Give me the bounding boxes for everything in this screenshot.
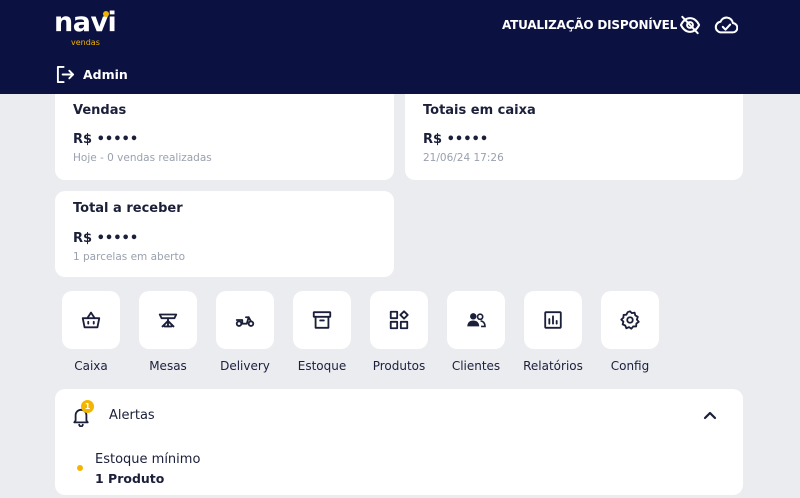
alerts-panel: 1 Alertas Estoque mínimo 1 Produto bbox=[55, 389, 743, 495]
receivables-card-subtitle: 1 parcelas em aberto bbox=[73, 251, 186, 263]
logo-sub-text: vendas bbox=[71, 38, 100, 47]
shortcut-relatorios[interactable]: Relatórios bbox=[514, 291, 592, 377]
receivables-card[interactable]: Total a receber R$ ••••• 1 parcelas em a… bbox=[55, 191, 394, 277]
sales-card-subtitle: Hoje - 0 vendas realizadas bbox=[73, 152, 212, 164]
shortcut-estoque[interactable]: Estoque bbox=[283, 291, 361, 377]
sales-card[interactable]: Vendas R$ ••••• Hoje - 0 vendas realizad… bbox=[55, 94, 394, 180]
alert-item-name[interactable]: Estoque mínimo bbox=[95, 452, 200, 467]
shortcut-config[interactable]: Config bbox=[591, 291, 669, 377]
sales-card-value: R$ ••••• bbox=[73, 132, 139, 147]
shortcut-delivery[interactable]: Delivery bbox=[206, 291, 284, 377]
shortcut-produtos[interactable]: Produtos bbox=[360, 291, 438, 377]
scooter-icon bbox=[235, 316, 255, 327]
update-available-link[interactable]: ATUALIZAÇÃO DISPONÍVEL bbox=[502, 17, 677, 33]
alerts-title: Alertas bbox=[109, 408, 155, 423]
sales-card-title: Vendas bbox=[73, 103, 127, 118]
shortcut-estoque-label: Estoque bbox=[297, 359, 347, 373]
alert-status-dot bbox=[77, 465, 83, 471]
archive-box-icon bbox=[312, 311, 332, 329]
top-header: navi vendas ATUALIZAÇÃO DISPONÍVEL Admin bbox=[0, 0, 800, 94]
report-icon bbox=[544, 311, 562, 329]
logout-icon[interactable] bbox=[56, 65, 75, 84]
shortcut-config-button[interactable] bbox=[601, 291, 659, 349]
shortcut-clientes-button[interactable] bbox=[447, 291, 505, 349]
shortcut-clientes-label: Clientes bbox=[451, 359, 501, 373]
cloud-check-icon[interactable] bbox=[714, 15, 738, 35]
alerts-count-badge: 1 bbox=[81, 400, 94, 413]
shortcut-mesas-label: Mesas bbox=[149, 359, 187, 373]
cash-card-value: R$ ••••• bbox=[423, 132, 489, 147]
shortcut-relatorios-label: Relatórios bbox=[523, 359, 583, 373]
shortcut-mesas[interactable]: Mesas bbox=[129, 291, 207, 377]
people-icon bbox=[467, 313, 486, 328]
shortcut-delivery-button[interactable] bbox=[216, 291, 274, 349]
shortcut-mesas-button[interactable] bbox=[139, 291, 197, 349]
cash-card-timestamp: 21/06/24 17:26 bbox=[423, 152, 504, 164]
shortcut-caixa-button[interactable] bbox=[62, 291, 120, 349]
gear-icon bbox=[620, 310, 640, 330]
grid-add-icon bbox=[389, 310, 409, 330]
shortcut-caixa-label: Caixa bbox=[74, 359, 108, 373]
alert-item-count[interactable]: 1 Produto bbox=[95, 471, 164, 486]
shortcut-estoque-button[interactable] bbox=[293, 291, 351, 349]
basket-icon bbox=[81, 311, 101, 329]
receivables-card-title: Total a receber bbox=[73, 201, 183, 216]
shortcut-produtos-label: Produtos bbox=[372, 359, 426, 373]
admin-name: Admin bbox=[83, 66, 128, 82]
eye-off-icon[interactable] bbox=[679, 15, 701, 35]
chevron-up-icon[interactable] bbox=[703, 408, 717, 422]
cash-card-title: Totais em caixa bbox=[423, 103, 536, 118]
logo-dot bbox=[103, 11, 109, 17]
admin-user-row[interactable]: Admin bbox=[56, 64, 128, 84]
shortcut-relatorios-button[interactable] bbox=[524, 291, 582, 349]
shortcut-clientes[interactable]: Clientes bbox=[437, 291, 515, 377]
shortcut-delivery-label: Delivery bbox=[220, 359, 270, 373]
shortcut-produtos-button[interactable] bbox=[370, 291, 428, 349]
receivables-card-value: R$ ••••• bbox=[73, 231, 139, 246]
shortcut-config-label: Config bbox=[610, 359, 650, 373]
cash-totals-card[interactable]: Totais em caixa R$ ••••• 21/06/24 17:26 bbox=[405, 94, 743, 180]
shortcut-caixa[interactable]: Caixa bbox=[52, 291, 130, 377]
navi-logo[interactable]: navi vendas bbox=[54, 8, 117, 48]
table-icon bbox=[158, 313, 178, 328]
